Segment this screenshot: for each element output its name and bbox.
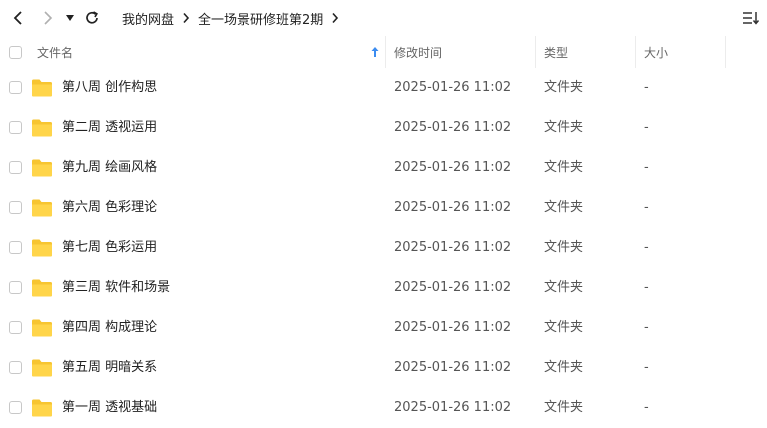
column-header-mtime-label: 修改时间 [394,45,443,60]
file-type: 文件夹 [544,200,584,215]
file-type: 文件夹 [544,240,584,255]
file-row[interactable]: 第六周 色彩理论 2025-01-26 11:02 文件夹 - [0,188,767,228]
refresh-icon [86,11,98,24]
column-header: 文件名 修改时间 类型 大小 [0,36,767,68]
column-header-type-label: 类型 [544,45,569,60]
caret-down-icon [66,15,74,21]
file-size: - [644,240,649,255]
chevron-right-icon [182,12,190,24]
folder-icon [32,199,52,217]
row-checkbox[interactable] [9,161,22,174]
chevron-right-icon [44,11,53,25]
toolbar: 我的网盘 全一场景研修班第2期 [0,0,767,36]
file-row[interactable]: 第一周 透视基础 2025-01-26 11:02 文件夹 - [0,388,767,428]
breadcrumb: 我的网盘 全一场景研修班第2期 [122,0,347,36]
file-type: 文件夹 [544,320,584,335]
file-mtime: 2025-01-26 11:02 [394,400,512,415]
file-name[interactable]: 第三周 软件和场景 [62,268,170,308]
file-type: 文件夹 [544,160,584,175]
column-header-mtime[interactable]: 修改时间 [386,36,536,68]
file-size: - [644,320,649,335]
breadcrumb-item-root[interactable]: 我的网盘 [122,9,174,28]
file-row[interactable]: 第八周 创作构思 2025-01-26 11:02 文件夹 - [0,68,767,108]
folder-icon [32,159,52,177]
file-size: - [644,280,649,295]
file-name[interactable]: 第九周 绘画风格 [62,148,157,188]
file-mtime: 2025-01-26 11:02 [394,320,512,335]
file-name[interactable]: 第二周 透视运用 [62,108,157,148]
column-header-size-label: 大小 [644,45,669,60]
row-checkbox[interactable] [9,361,22,374]
file-mtime: 2025-01-26 11:02 [394,280,512,295]
file-mtime: 2025-01-26 11:02 [394,120,512,135]
file-type: 文件夹 [544,360,584,375]
file-size: - [644,160,649,175]
chevron-left-icon [13,11,22,25]
chevron-right-icon [331,12,339,24]
file-row[interactable]: 第九周 绘画风格 2025-01-26 11:02 文件夹 - [0,148,767,188]
file-row[interactable]: 第四周 构成理论 2025-01-26 11:02 文件夹 - [0,308,767,348]
file-mtime: 2025-01-26 11:02 [394,240,512,255]
file-mtime: 2025-01-26 11:02 [394,80,512,95]
folder-icon [32,239,52,257]
file-name[interactable]: 第五周 明暗关系 [62,348,157,388]
row-checkbox[interactable] [9,321,22,334]
file-name[interactable]: 第八周 创作构思 [62,68,157,108]
row-checkbox[interactable] [9,241,22,254]
folder-icon [32,279,52,297]
row-checkbox[interactable] [9,281,22,294]
sort-list-icon [743,12,760,25]
file-size: - [644,360,649,375]
folder-icon [32,119,52,137]
file-type: 文件夹 [544,80,584,95]
file-name[interactable]: 第六周 色彩理论 [62,188,157,228]
folder-icon [32,359,52,377]
file-type: 文件夹 [544,280,584,295]
history-dropdown-button[interactable] [60,6,80,30]
column-header-name[interactable]: 文件名 [0,36,386,68]
row-checkbox[interactable] [9,401,22,414]
sort-ascending-arrow-icon [371,47,379,57]
sort-menu-button[interactable] [741,8,761,28]
file-mtime: 2025-01-26 11:02 [394,160,512,175]
file-name[interactable]: 第七周 色彩运用 [62,228,157,268]
file-row[interactable]: 第二周 透视运用 2025-01-26 11:02 文件夹 - [0,108,767,148]
file-size: - [644,400,649,415]
row-checkbox[interactable] [9,121,22,134]
refresh-button[interactable] [80,6,104,30]
file-type: 文件夹 [544,120,584,135]
file-name[interactable]: 第一周 透视基础 [62,388,157,428]
forward-button[interactable] [36,6,60,30]
file-row[interactable]: 第五周 明暗关系 2025-01-26 11:02 文件夹 - [0,348,767,388]
folder-icon [32,319,52,337]
file-row[interactable]: 第七周 色彩运用 2025-01-26 11:02 文件夹 - [0,228,767,268]
row-checkbox[interactable] [9,81,22,94]
back-button[interactable] [6,6,30,30]
file-type: 文件夹 [544,400,584,415]
file-mtime: 2025-01-26 11:02 [394,360,512,375]
file-size: - [644,120,649,135]
file-size: - [644,200,649,215]
breadcrumb-item-current[interactable]: 全一场景研修班第2期 [198,9,323,28]
column-header-size[interactable]: 大小 [636,36,726,68]
file-name[interactable]: 第四周 构成理论 [62,308,157,348]
row-checkbox[interactable] [9,201,22,214]
file-size: - [644,80,649,95]
column-header-name-label: 文件名 [37,45,74,60]
column-header-type[interactable]: 类型 [536,36,636,68]
folder-icon [32,399,52,417]
file-row[interactable]: 第三周 软件和场景 2025-01-26 11:02 文件夹 - [0,268,767,308]
folder-icon [32,79,52,97]
file-mtime: 2025-01-26 11:02 [394,200,512,215]
